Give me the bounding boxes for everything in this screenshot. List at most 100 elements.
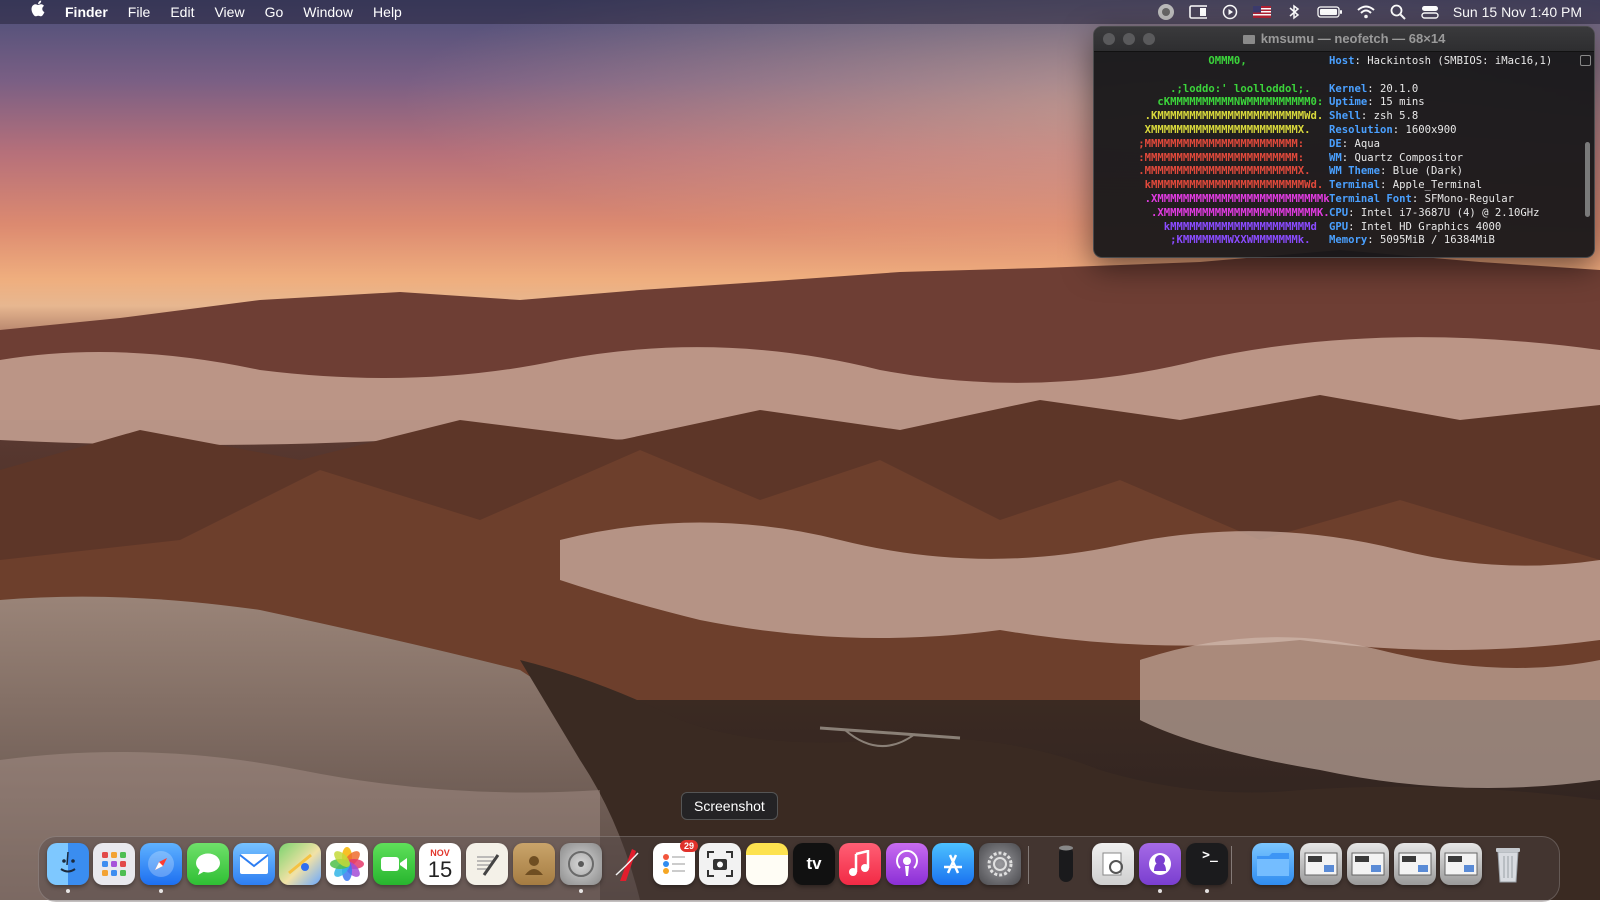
wifi-icon[interactable] bbox=[1357, 4, 1375, 20]
info-row: Uptime: 15 mins bbox=[1329, 96, 1552, 110]
menu-file[interactable]: File bbox=[118, 0, 161, 24]
info-value: : Apple_Terminal bbox=[1380, 179, 1483, 192]
info-row: CPU: Intel i7-3687U (4) @ 2.10GHz bbox=[1329, 207, 1552, 221]
stack-thumbnail-icon[interactable] bbox=[1394, 843, 1436, 885]
menu-go[interactable]: Go bbox=[255, 0, 294, 24]
info-value: : SFMono-Regular bbox=[1411, 192, 1514, 205]
mail-icon[interactable] bbox=[233, 843, 275, 885]
display-icon[interactable] bbox=[1189, 4, 1207, 20]
info-key: Terminal bbox=[1329, 179, 1381, 192]
terminal-icon[interactable]: >_ bbox=[1186, 843, 1228, 885]
finder-icon[interactable] bbox=[47, 843, 89, 885]
apple-tv-label: tv bbox=[806, 854, 822, 873]
info-row: Terminal Font: SFMono-Regular bbox=[1329, 193, 1552, 207]
info-value: : Quartz Compositor bbox=[1341, 151, 1463, 164]
neofetch-system-info: Host: Hackintosh (SMBIOS: iMac16,1) Kerne… bbox=[1329, 55, 1552, 248]
terminal-scrollbar[interactable] bbox=[1585, 142, 1590, 217]
notes-icon[interactable] bbox=[746, 843, 788, 885]
info-row: DE: Aqua bbox=[1329, 138, 1552, 152]
minimize-window-button[interactable] bbox=[1123, 33, 1135, 45]
ascii-art-line: cKMMMMMMMMMMNWMMMMMMMMMM0: bbox=[1100, 96, 1324, 109]
terminal-content[interactable]: OMMM0, .;loddo:' loolloddol;. cKMMMMMMMM… bbox=[1094, 52, 1594, 257]
screenshot-icon[interactable] bbox=[699, 843, 741, 885]
launchpad-icon[interactable] bbox=[93, 843, 135, 885]
info-row: Terminal: Apple_Terminal bbox=[1329, 179, 1552, 193]
zoom-window-button[interactable] bbox=[1143, 33, 1155, 45]
menu-bar-clock[interactable]: Sun 15 Nov 1:40 PM bbox=[1453, 4, 1582, 20]
menu-app-name[interactable]: Finder bbox=[55, 0, 118, 24]
running-indicator bbox=[66, 889, 70, 893]
ascii-art-line: ;KMMMMMMMWXXWMMMMMMMk. bbox=[1100, 234, 1311, 247]
close-window-button[interactable] bbox=[1103, 33, 1115, 45]
stack-thumbnail-icon[interactable] bbox=[1440, 843, 1482, 885]
messages-icon[interactable] bbox=[187, 843, 229, 885]
bluetooth-icon[interactable] bbox=[1285, 4, 1303, 20]
info-key: Resolution bbox=[1329, 123, 1393, 136]
menu-edit[interactable]: Edit bbox=[160, 0, 204, 24]
ascii-art-line: kMMMMMMMMMMMMMMMMMMMMMMMMWd. bbox=[1100, 179, 1324, 192]
info-key: Shell bbox=[1329, 110, 1361, 123]
ascii-art-line: .MMMMMMMMMMMMMMMMMMMMMMMMX. bbox=[1100, 165, 1311, 178]
trash-icon[interactable] bbox=[1487, 843, 1529, 885]
info-key: Host bbox=[1329, 55, 1355, 67]
terminal-prompt-label: >_ bbox=[1202, 848, 1218, 863]
spotlight-icon[interactable] bbox=[1389, 4, 1407, 20]
app-store-icon[interactable] bbox=[932, 843, 974, 885]
battery-icon[interactable] bbox=[1317, 4, 1343, 20]
running-indicator bbox=[1205, 889, 1209, 893]
menu-view[interactable]: View bbox=[204, 0, 254, 24]
info-row: Memory: 5095MiB / 16384MiB bbox=[1329, 234, 1552, 248]
running-indicator bbox=[579, 889, 583, 893]
github-icon[interactable] bbox=[1139, 843, 1181, 885]
disk-utility-icon[interactable] bbox=[560, 843, 602, 885]
terminal-window[interactable]: kmsumu — neofetch — 68×14 OMMM0, .;loddo… bbox=[1093, 26, 1595, 258]
contacts-icon[interactable] bbox=[513, 843, 555, 885]
menu-window[interactable]: Window bbox=[293, 0, 363, 24]
safari-icon[interactable] bbox=[140, 843, 182, 885]
info-row: Resolution: 1600x900 bbox=[1329, 124, 1552, 138]
folder-icon[interactable] bbox=[1252, 843, 1294, 885]
folder-icon bbox=[1242, 35, 1255, 44]
apple-tv-icon[interactable]: tv bbox=[793, 843, 835, 885]
ascii-art-line: OMMM0, bbox=[1100, 55, 1247, 67]
stack-thumbnail-icon[interactable] bbox=[1347, 843, 1389, 885]
us-flag-icon[interactable] bbox=[1252, 4, 1271, 20]
reminders-icon[interactable]: 29 bbox=[653, 840, 698, 885]
info-key: Uptime bbox=[1329, 96, 1368, 109]
dock-tooltip: Screenshot bbox=[681, 792, 778, 820]
gear-icon[interactable] bbox=[979, 843, 1021, 885]
pdf-pen-icon[interactable] bbox=[606, 843, 648, 885]
info-row: WM Theme: Blue (Dark) bbox=[1329, 165, 1552, 179]
info-key: Kernel bbox=[1329, 82, 1368, 95]
play-icon[interactable] bbox=[1221, 4, 1239, 20]
photos-icon[interactable] bbox=[326, 843, 368, 885]
info-value: : Aqua bbox=[1341, 137, 1381, 150]
ascii-art-line: .XMMMMMMMMMMMMMMMMMMMMMMMMMMk bbox=[1100, 192, 1330, 205]
notification-badge: 29 bbox=[679, 840, 698, 852]
textedit-icon[interactable] bbox=[466, 843, 508, 885]
preview-icon[interactable] bbox=[1092, 843, 1134, 885]
info-row: WM: Quartz Compositor bbox=[1329, 152, 1552, 166]
info-row: Shell: zsh 5.8 bbox=[1329, 110, 1552, 124]
calendar-icon[interactable]: NOV 15 bbox=[419, 843, 461, 885]
stack-thumbnail-icon[interactable] bbox=[1300, 843, 1342, 885]
ascii-art-line: :MMMMMMMMMMMMMMMMMMMMMMMM: bbox=[1100, 151, 1305, 164]
neofetch-ascii-logo: OMMM0, .;loddo:' loolloddol;. cKMMMMMMMM… bbox=[1100, 55, 1330, 248]
control-center-icon[interactable] bbox=[1421, 4, 1439, 20]
music-icon[interactable] bbox=[839, 843, 881, 885]
maps-icon[interactable] bbox=[279, 843, 321, 885]
terminal-title-bar[interactable]: kmsumu — neofetch — 68×14 bbox=[1094, 27, 1594, 52]
screen-time-icon[interactable] bbox=[1157, 4, 1175, 20]
mac-pro-icon[interactable] bbox=[1045, 843, 1087, 885]
menu-bar: Finder File Edit View Go Window Help Sun… bbox=[0, 0, 1600, 24]
calendar-day: 15 bbox=[427, 857, 453, 882]
info-value: : Hackintosh (SMBIOS: iMac16,1) bbox=[1354, 55, 1553, 67]
info-value: : Intel HD Graphics 4000 bbox=[1348, 220, 1502, 233]
apple-logo-icon[interactable] bbox=[20, 0, 55, 24]
facetime-icon[interactable] bbox=[373, 843, 415, 885]
info-row: Host: Hackintosh (SMBIOS: iMac16,1) bbox=[1329, 55, 1552, 69]
info-value: : 5095MiB / 16384MiB bbox=[1367, 234, 1495, 247]
podcasts-icon[interactable] bbox=[886, 843, 928, 885]
info-key: GPU bbox=[1329, 220, 1349, 233]
menu-help[interactable]: Help bbox=[363, 0, 412, 24]
